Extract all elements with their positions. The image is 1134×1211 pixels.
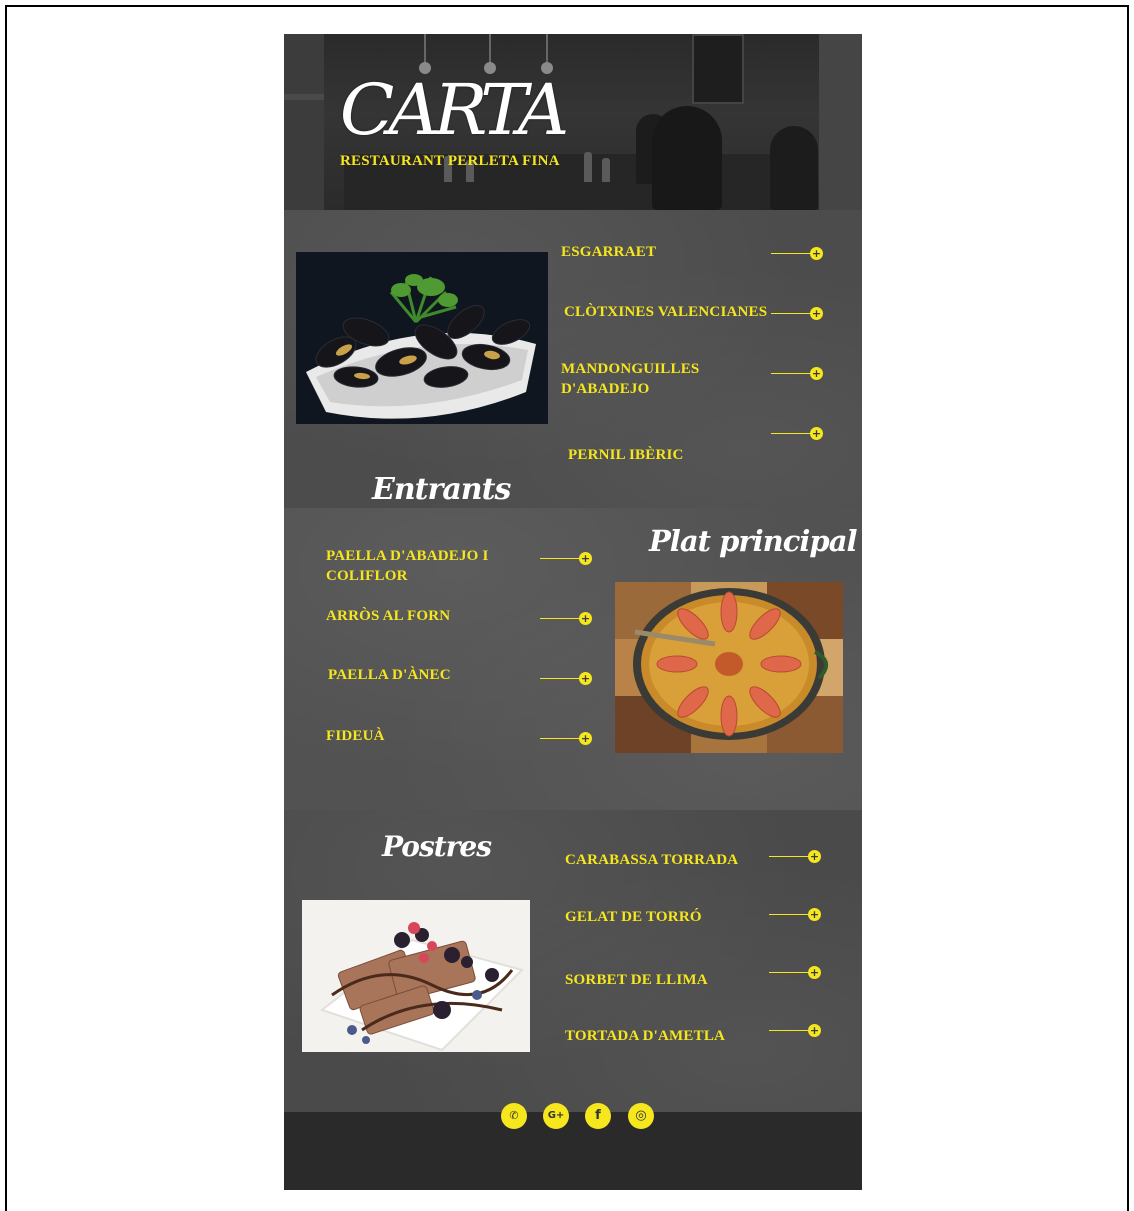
plus-icon[interactable]: +	[810, 367, 823, 380]
item-connector[interactable]: +	[540, 672, 592, 685]
footer	[284, 1112, 862, 1190]
item-connector[interactable]: +	[769, 1024, 821, 1037]
section-postres: Postres CARABASSA TORRADA + GELAT DE TOR…	[284, 810, 862, 1112]
item-connector[interactable]: +	[771, 307, 823, 320]
window-pane	[284, 34, 324, 210]
google-plus-icon[interactable]: G+	[543, 1103, 569, 1129]
menu-item[interactable]: PERNIL IBÈRIC	[568, 445, 768, 465]
item-connector[interactable]: +	[769, 908, 821, 921]
page-title: CARTA	[339, 69, 570, 151]
restaurant-name: RESTAURANT PERLETA FINA	[340, 153, 560, 169]
plus-icon[interactable]: +	[808, 966, 821, 979]
connector-line	[769, 856, 809, 857]
menu-item[interactable]: CARABASSA TORRADA	[565, 850, 765, 870]
patron-silhouette	[652, 106, 722, 210]
item-connector[interactable]: +	[540, 612, 592, 625]
section-entrants: Entrants ESGARRAET + CLÒTXINES VALENCIAN…	[284, 210, 862, 508]
pendant-lamp	[419, 34, 431, 74]
plus-icon[interactable]: +	[808, 1024, 821, 1037]
bottle	[602, 158, 610, 182]
section-title-plat-principal: Plat principal	[649, 524, 858, 558]
patron-silhouette	[770, 126, 818, 210]
dessert-photo	[302, 900, 530, 1052]
chalk-menu-board	[692, 34, 744, 104]
menu-item[interactable]: TORTADA D'AMETLA	[565, 1026, 765, 1046]
item-connector[interactable]: +	[771, 427, 823, 440]
item-connector[interactable]: +	[771, 247, 823, 260]
plus-icon[interactable]: +	[579, 732, 592, 745]
menu-page: CARTA RESTAURANT PERLETA FINA Entrants E…	[284, 34, 862, 1190]
item-connector[interactable]: +	[540, 732, 592, 745]
plus-icon[interactable]: +	[810, 307, 823, 320]
whatsapp-icon[interactable]: ✆	[501, 1103, 527, 1129]
section-plat-principal: Plat principal PAELLA D'ABADEJO I COLIFL…	[284, 508, 862, 810]
connector-line	[540, 678, 580, 679]
connector-line	[771, 373, 811, 374]
plus-icon[interactable]: +	[810, 427, 823, 440]
item-connector[interactable]: +	[769, 966, 821, 979]
plus-icon[interactable]: +	[579, 612, 592, 625]
mussels-photo	[296, 252, 548, 424]
item-connector[interactable]: +	[540, 552, 592, 565]
item-connector[interactable]: +	[771, 367, 823, 380]
section-title-postres: Postres	[382, 830, 492, 863]
plus-icon[interactable]: +	[579, 672, 592, 685]
item-connector[interactable]: +	[769, 850, 821, 863]
pendant-lamp	[541, 34, 553, 74]
menu-item[interactable]: PAELLA D'ABADEJO I COLIFLOR	[326, 546, 506, 586]
plus-icon[interactable]: +	[579, 552, 592, 565]
paella-photo	[615, 582, 843, 753]
connector-line	[769, 972, 809, 973]
plus-icon[interactable]: +	[810, 247, 823, 260]
connector-line	[771, 313, 811, 314]
connector-line	[769, 1030, 809, 1031]
instagram-icon[interactable]: ◎	[628, 1103, 654, 1129]
header-banner: CARTA RESTAURANT PERLETA FINA	[284, 34, 862, 210]
menu-item[interactable]: CLÒTXINES VALENCIANES	[564, 302, 774, 322]
plus-icon[interactable]: +	[808, 908, 821, 921]
connector-line	[771, 253, 811, 254]
connector-line	[540, 738, 580, 739]
connector-line	[771, 433, 811, 434]
menu-item[interactable]: FIDEUÀ	[326, 726, 526, 746]
connector-line	[540, 558, 580, 559]
window-pane	[819, 34, 862, 210]
section-title-entrants: Entrants	[372, 472, 511, 507]
menu-item[interactable]: MANDONGUILLES D'ABADEJO	[561, 359, 721, 399]
connector-line	[540, 618, 580, 619]
shelf	[284, 94, 324, 100]
menu-item[interactable]: SORBET DE LLIMA	[565, 970, 765, 990]
pendant-lamp	[484, 34, 496, 74]
menu-item[interactable]: GELAT DE TORRÓ	[565, 907, 765, 927]
facebook-icon[interactable]: f	[585, 1103, 611, 1129]
menu-item[interactable]: PAELLA D'ÀNEC	[328, 665, 528, 685]
bottle	[584, 152, 592, 182]
menu-item[interactable]: ARRÒS AL FORN	[326, 606, 526, 626]
plus-icon[interactable]: +	[808, 850, 821, 863]
menu-item[interactable]: ESGARRAET	[561, 242, 761, 262]
connector-line	[769, 914, 809, 915]
